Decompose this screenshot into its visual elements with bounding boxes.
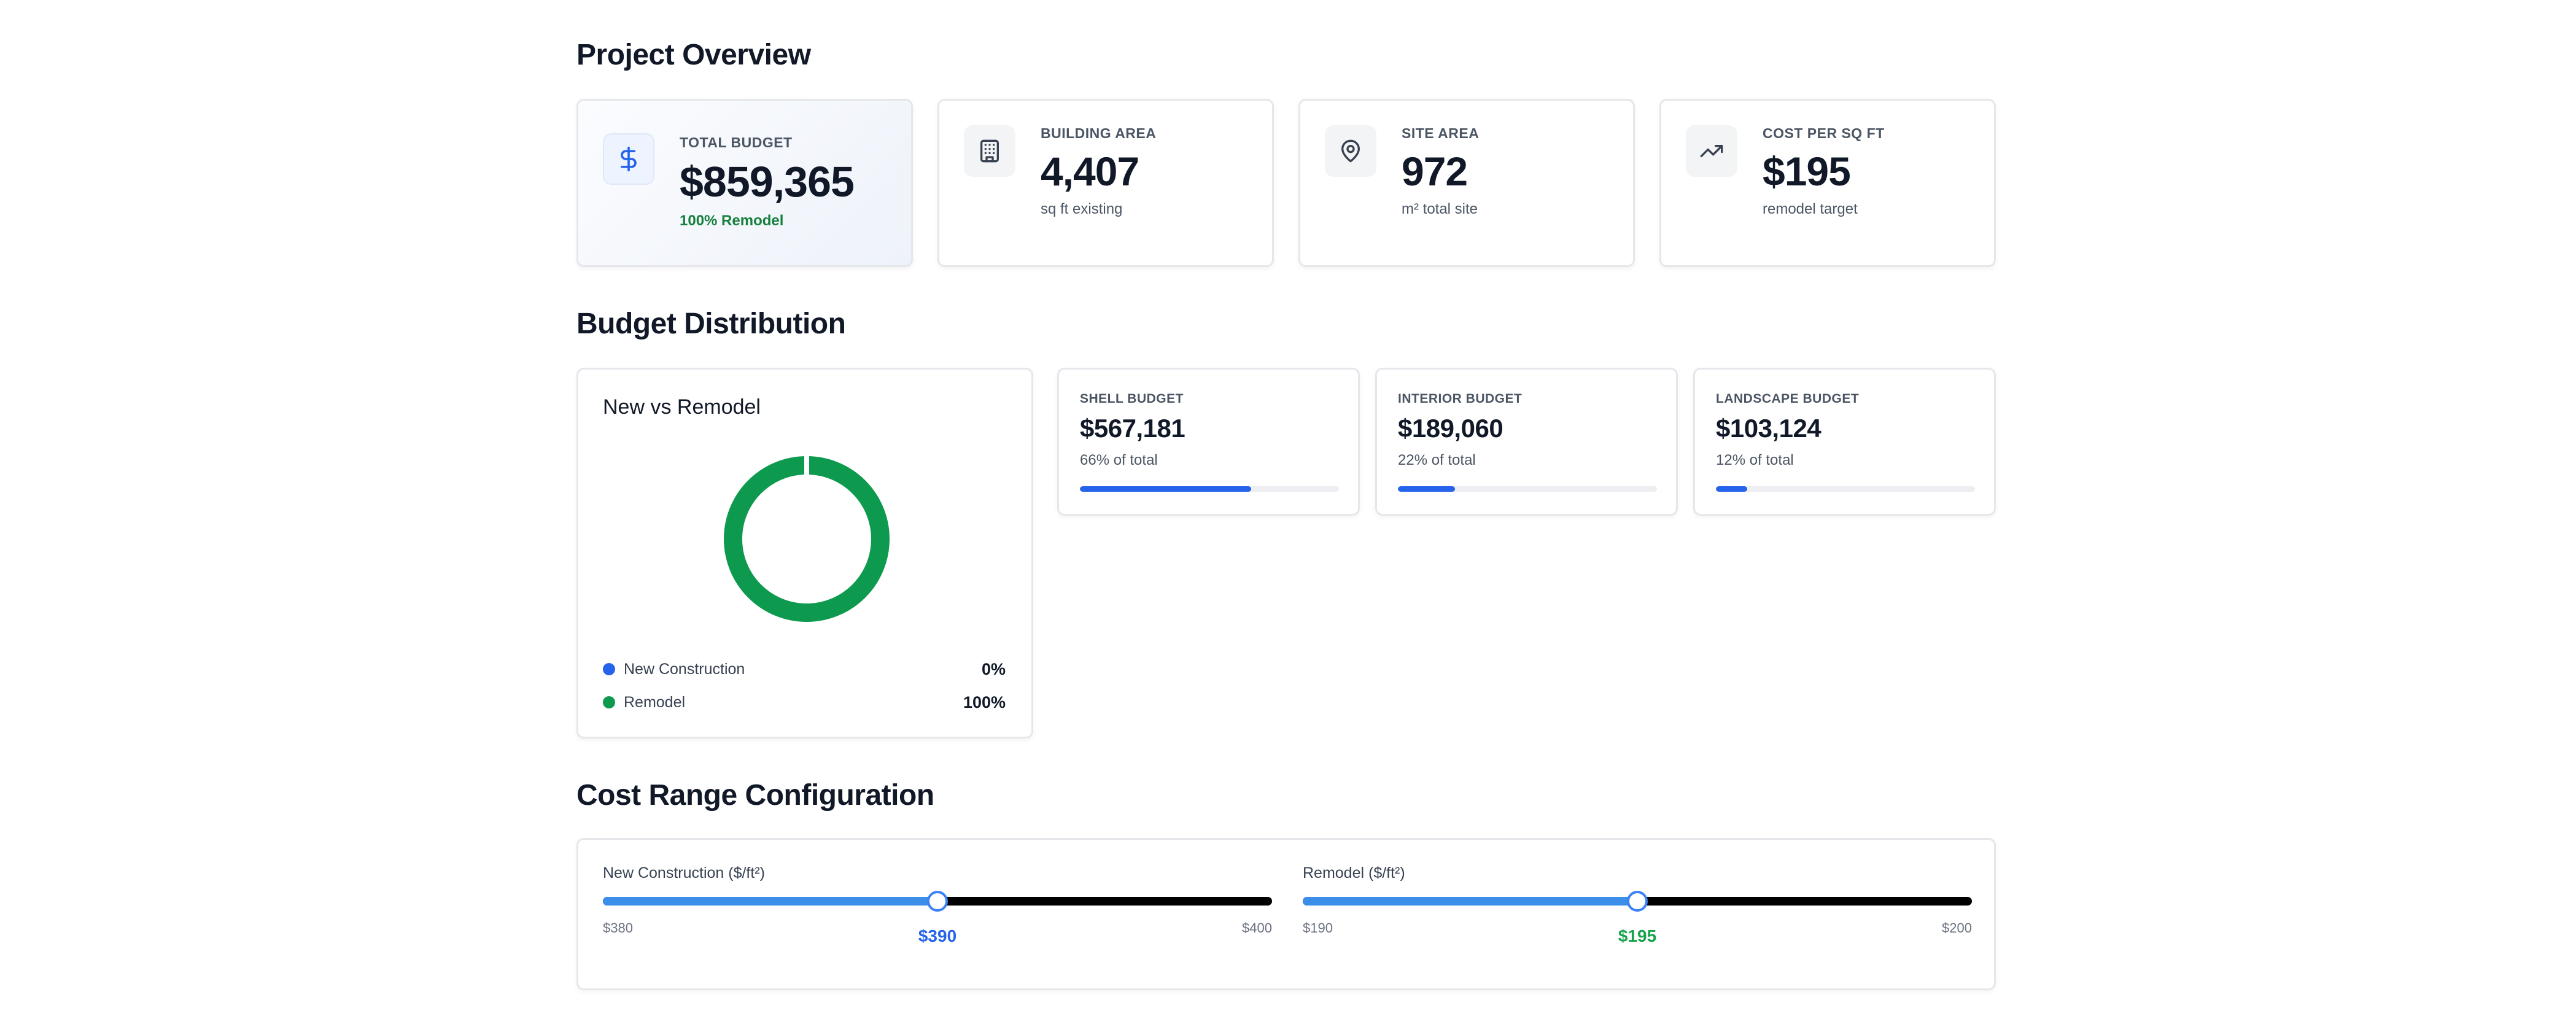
legend-dot-green — [603, 696, 615, 708]
legend-value: 100% — [963, 692, 1006, 712]
stat-sub: sq ft existing — [1041, 201, 1123, 217]
section-title-project-overview: Project Overview — [576, 39, 811, 71]
section-title-cost-range: Cost Range Configuration — [576, 779, 934, 812]
stat-card-site-area: SITE AREA 972 m² total site — [1298, 99, 1635, 267]
budget-progress-track — [1716, 486, 1975, 492]
stat-card-building-area: BUILDING AREA 4,407 sq ft existing — [937, 99, 1274, 267]
slider-thumb[interactable] — [927, 891, 948, 912]
budget-progress-track — [1080, 486, 1339, 492]
legend-label: Remodel — [624, 693, 686, 711]
donut-remodel-segment[interactable] — [724, 456, 890, 622]
budget-share: 12% of total — [1716, 452, 1794, 468]
legend-label: New Construction — [624, 660, 745, 678]
stat-sub: 100% Remodel — [680, 212, 784, 229]
budget-progress-fill — [1398, 486, 1455, 492]
stat-label: COST PER SQ FT — [1763, 125, 1885, 141]
budget-label: LANDSCAPE BUDGET — [1716, 392, 1860, 406]
budget-value: $103,124 — [1716, 414, 1821, 443]
budget-label: INTERIOR BUDGET — [1398, 392, 1523, 406]
budget-share: 22% of total — [1398, 452, 1476, 468]
donut-title: New vs Remodel — [603, 395, 761, 419]
legend-value: 0% — [981, 659, 1006, 678]
slider-min-label: $380 — [603, 920, 633, 936]
slider-current-value: $390 — [918, 926, 957, 945]
slider-max-label: $200 — [1942, 920, 1972, 936]
stat-value: $195 — [1763, 149, 1851, 194]
stat-label: BUILDING AREA — [1041, 125, 1157, 141]
legend-item-new-construction: New Construction 0% — [603, 658, 1006, 680]
stat-value: $859,365 — [680, 158, 855, 206]
trending-up-icon — [1686, 125, 1737, 177]
budget-card-shell: SHELL BUDGET $567,181 66% of total — [1057, 368, 1360, 516]
slider-scale: $380 $390 $400 — [603, 920, 1272, 945]
budget-progress-fill — [1080, 486, 1251, 492]
stat-value: 4,407 — [1041, 149, 1139, 194]
slider-new-construction: New Construction ($/ft²) $380 $390 $400 — [603, 864, 1272, 945]
budget-value: $189,060 — [1398, 414, 1503, 443]
budget-value: $567,181 — [1080, 414, 1185, 443]
budget-progress-fill — [1716, 486, 1747, 492]
map-pin-icon — [1325, 125, 1376, 177]
stat-sub: remodel target — [1763, 201, 1858, 217]
stat-card-cost-per-sqft: COST PER SQ FT $195 remodel target — [1659, 99, 1996, 267]
stat-value: 972 — [1402, 149, 1468, 194]
slider-scale: $190 $195 $200 — [1303, 920, 1972, 945]
slider-min-label: $190 — [1303, 920, 1333, 936]
stat-label: SITE AREA — [1402, 125, 1480, 141]
budget-label: SHELL BUDGET — [1080, 392, 1184, 406]
slider-remodel: Remodel ($/ft²) $190 $195 $200 — [1303, 864, 1972, 945]
budget-card-landscape: LANDSCAPE BUDGET $103,124 12% of total — [1693, 368, 1996, 516]
section-title-budget-distribution: Budget Distribution — [576, 308, 846, 340]
slider-track[interactable] — [1303, 891, 1972, 912]
stat-card-total-budget: TOTAL BUDGET $859,365 100% Remodel — [576, 99, 913, 267]
slider-max-label: $400 — [1242, 920, 1272, 936]
legend-item-remodel: Remodel 100% — [603, 691, 1006, 713]
slider-thumb[interactable] — [1627, 891, 1648, 912]
slider-label: Remodel ($/ft²) — [1303, 864, 1405, 882]
donut-chart — [724, 456, 890, 622]
budget-share: 66% of total — [1080, 452, 1158, 468]
cost-range-card: New Construction ($/ft²) $380 $390 $400 … — [576, 838, 1996, 990]
donut-card: New vs Remodel New Construction 0% Remod… — [576, 368, 1033, 739]
slider-fill — [603, 897, 937, 906]
slider-current-value: $195 — [1618, 926, 1657, 945]
building-icon — [964, 125, 1015, 177]
budget-card-interior: INTERIOR BUDGET $189,060 22% of total — [1375, 368, 1678, 516]
slider-fill — [1303, 897, 1637, 906]
legend-dot-blue — [603, 663, 615, 675]
stat-sub: m² total site — [1402, 201, 1478, 217]
stat-label: TOTAL BUDGET — [680, 134, 793, 150]
slider-label: New Construction ($/ft²) — [603, 864, 765, 882]
slider-track[interactable] — [603, 891, 1272, 912]
budget-progress-track — [1398, 486, 1657, 492]
dollar-icon — [603, 133, 654, 185]
